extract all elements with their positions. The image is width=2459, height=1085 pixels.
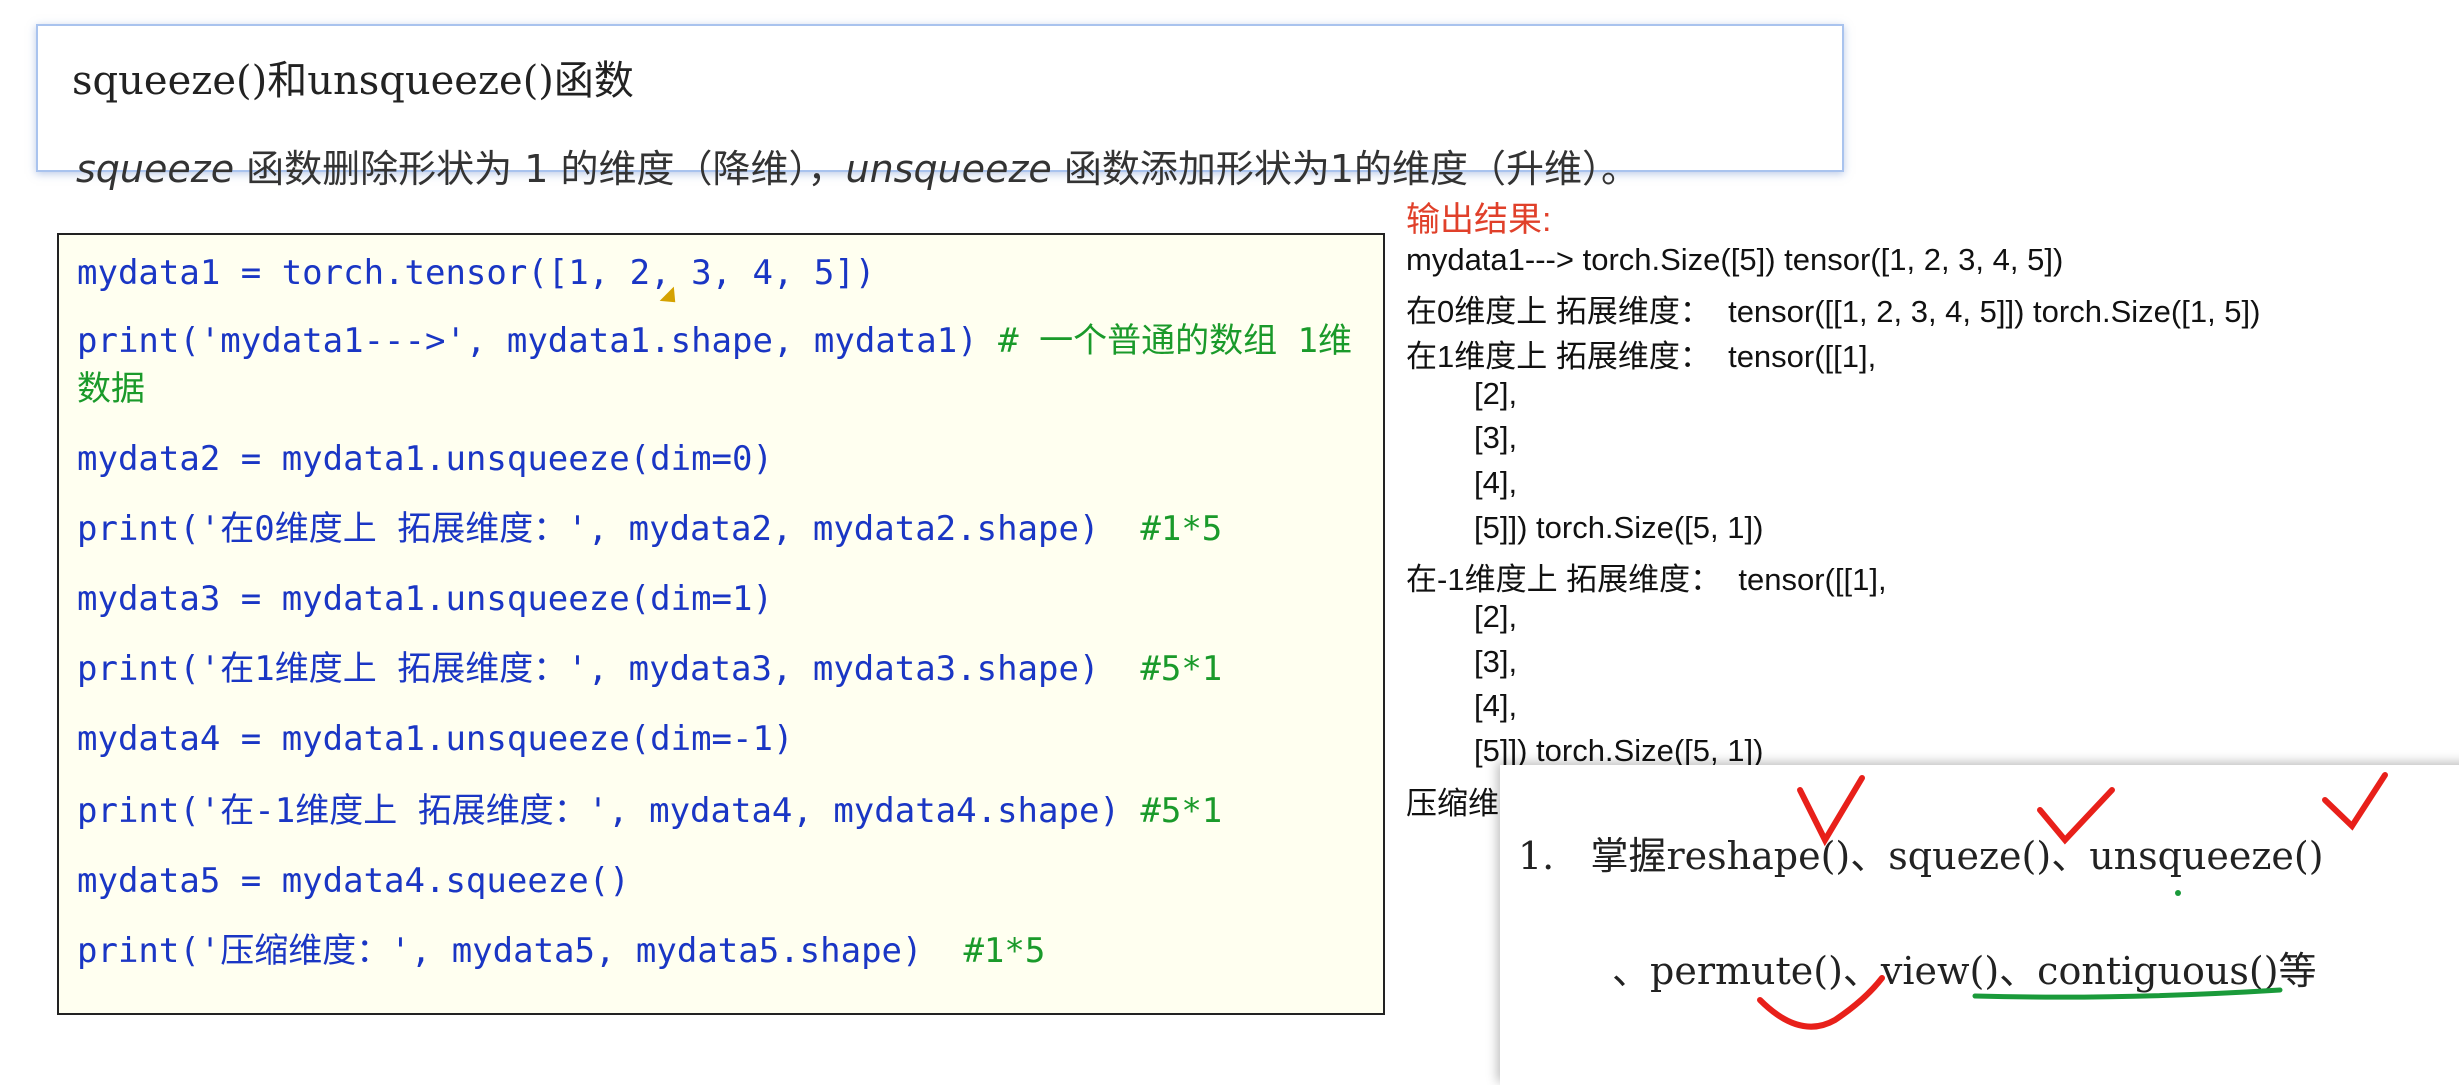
check-mark-squeeze xyxy=(2037,787,2115,845)
check-mark-permute xyxy=(1757,975,1885,1030)
underline-view-contiguous xyxy=(1972,987,2283,1000)
check-mark-unsqueeze xyxy=(2322,772,2388,831)
annotation-marks xyxy=(1757,772,2388,1030)
check-mark-reshape xyxy=(1797,775,1865,847)
green-dot-mark xyxy=(2175,890,2181,896)
